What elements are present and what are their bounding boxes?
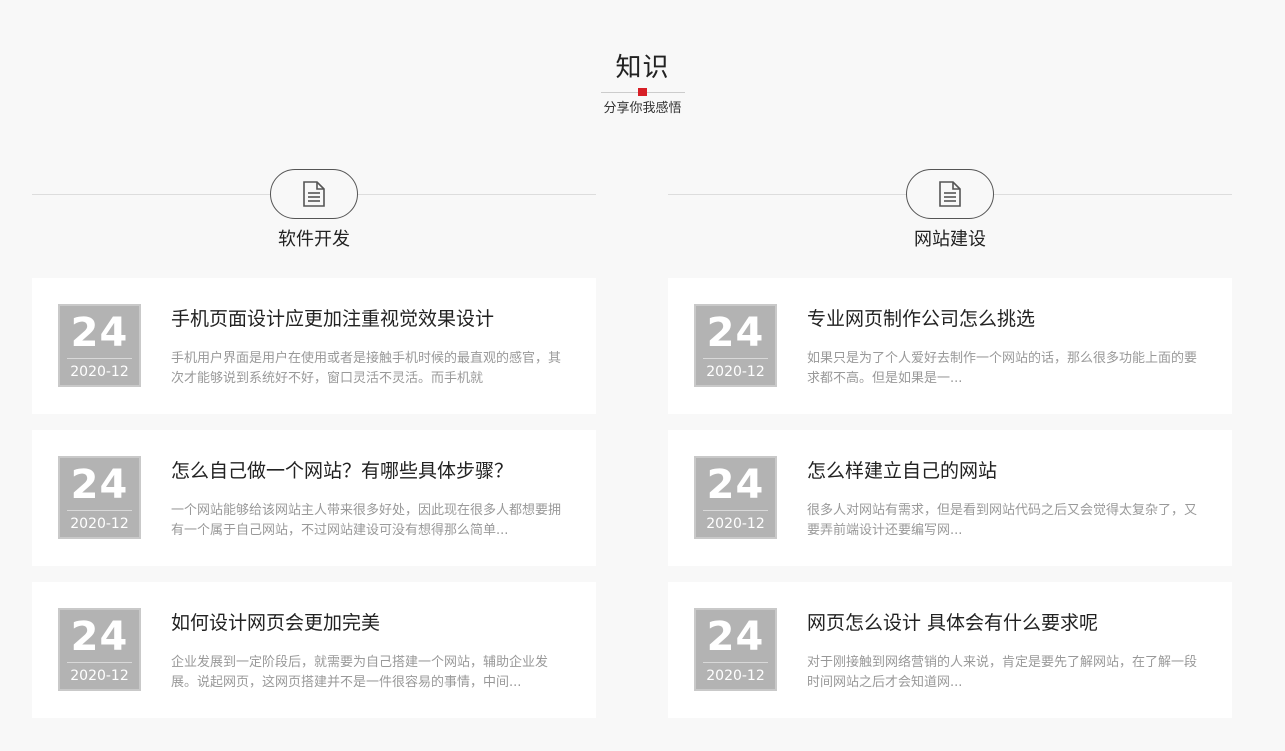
date-month: 2020-12 [706, 516, 765, 532]
date-month: 2020-12 [706, 668, 765, 684]
article-card[interactable]: 24 2020-12 专业网页制作公司怎么挑选 如果只是为了个人爱好去制作一个网… [668, 278, 1232, 414]
article-summary: 企业发展到一定阶段后，就需要为自己搭建一个网站，辅助企业发展。说起网页，这网页搭… [171, 655, 549, 690]
article-summary: 如果只是为了个人爱好去制作一个网站的话，那么很多功能上面的要求都不高。但是如果是… [807, 351, 1198, 386]
date-month: 2020-12 [70, 516, 129, 532]
article-card[interactable]: 24 2020-12 手机页面设计应更加注重视觉效果设计 手机用户界面是用户在使… [32, 278, 596, 414]
article-card[interactable]: 24 2020-12 网页怎么设计 具体会有什么要求呢 对于刚接触到网络营销的人… [668, 582, 1232, 718]
date-badge: 24 2020-12 [694, 304, 777, 387]
article-title[interactable]: 怎么自己做一个网站？有哪些具体步骤？ [171, 458, 571, 484]
article-summary: 对于刚接触到网络营销的人来说，肯定是要先了解网站，在了解一段时间网站之后才会知道… [807, 655, 1198, 690]
date-day: 24 [70, 614, 129, 660]
date-separator [703, 662, 768, 663]
article-title[interactable]: 专业网页制作公司怎么挑选 [807, 306, 1207, 332]
date-day: 24 [706, 310, 765, 356]
category-icon-pill[interactable] [270, 169, 358, 219]
section-title: 知识 [615, 53, 670, 83]
category-icon-pill[interactable] [906, 169, 994, 219]
date-badge: 24 2020-12 [694, 608, 777, 691]
date-badge: 24 2020-12 [694, 456, 777, 539]
date-day: 24 [70, 462, 129, 508]
category-name[interactable]: 软件开发 [32, 228, 596, 252]
date-badge: 24 2020-12 [58, 608, 141, 691]
date-badge: 24 2020-12 [58, 304, 141, 387]
document-icon [303, 181, 325, 207]
article-summary: 很多人对网站有需求，但是看到网站代码之后又会觉得太复杂了，又要弄前端设计还要编写… [807, 503, 1198, 538]
date-separator [67, 510, 132, 511]
date-separator [703, 510, 768, 511]
date-month: 2020-12 [70, 668, 129, 684]
article-card[interactable]: 24 2020-12 怎么样建立自己的网站 很多人对网站有需求，但是看到网站代码… [668, 430, 1232, 566]
date-day: 24 [70, 310, 129, 356]
article-title[interactable]: 如何设计网页会更加完美 [171, 610, 571, 636]
date-day: 24 [706, 462, 765, 508]
article-summary: 手机用户界面是用户在使用或者是接触手机时候的最直观的感官，其次才能够说到系统好不… [171, 351, 562, 386]
title-divider [600, 88, 685, 96]
category-header: 软件开发 [32, 168, 596, 278]
category-name[interactable]: 网站建设 [668, 228, 1232, 252]
section-header: 知识 分享你我感悟 [0, 48, 1285, 118]
article-title[interactable]: 网页怎么设计 具体会有什么要求呢 [807, 610, 1207, 636]
article-summary: 一个网站能够给该网站主人带来很多好处，因此现在很多人都想要拥有一个属于自己网站，… [171, 503, 562, 538]
date-month: 2020-12 [706, 364, 765, 380]
date-day: 24 [706, 614, 765, 660]
date-badge: 24 2020-12 [58, 456, 141, 539]
date-separator [703, 358, 768, 359]
article-title[interactable]: 怎么样建立自己的网站 [807, 458, 1207, 484]
section-subtitle: 分享你我感悟 [603, 101, 682, 116]
article-title[interactable]: 手机页面设计应更加注重视觉效果设计 [171, 306, 571, 332]
document-icon [939, 181, 961, 207]
title-accent-mark [637, 88, 647, 96]
article-card[interactable]: 24 2020-12 如何设计网页会更加完美 企业发展到一定阶段后，就需要为自己… [32, 582, 596, 718]
date-separator [67, 358, 132, 359]
category-header: 网站建设 [668, 168, 1232, 278]
article-card[interactable]: 24 2020-12 怎么自己做一个网站？有哪些具体步骤？ 一个网站能够给该网站… [32, 430, 596, 566]
category-column-website: 网站建设 24 2020-12 专业网页制作公司怎么挑选 如果只是为了个人爱好去… [668, 168, 1232, 734]
date-month: 2020-12 [70, 364, 129, 380]
date-separator [67, 662, 132, 663]
category-column-software: 软件开发 24 2020-12 手机页面设计应更加注重视觉效果设计 手机用户界面… [32, 168, 596, 734]
